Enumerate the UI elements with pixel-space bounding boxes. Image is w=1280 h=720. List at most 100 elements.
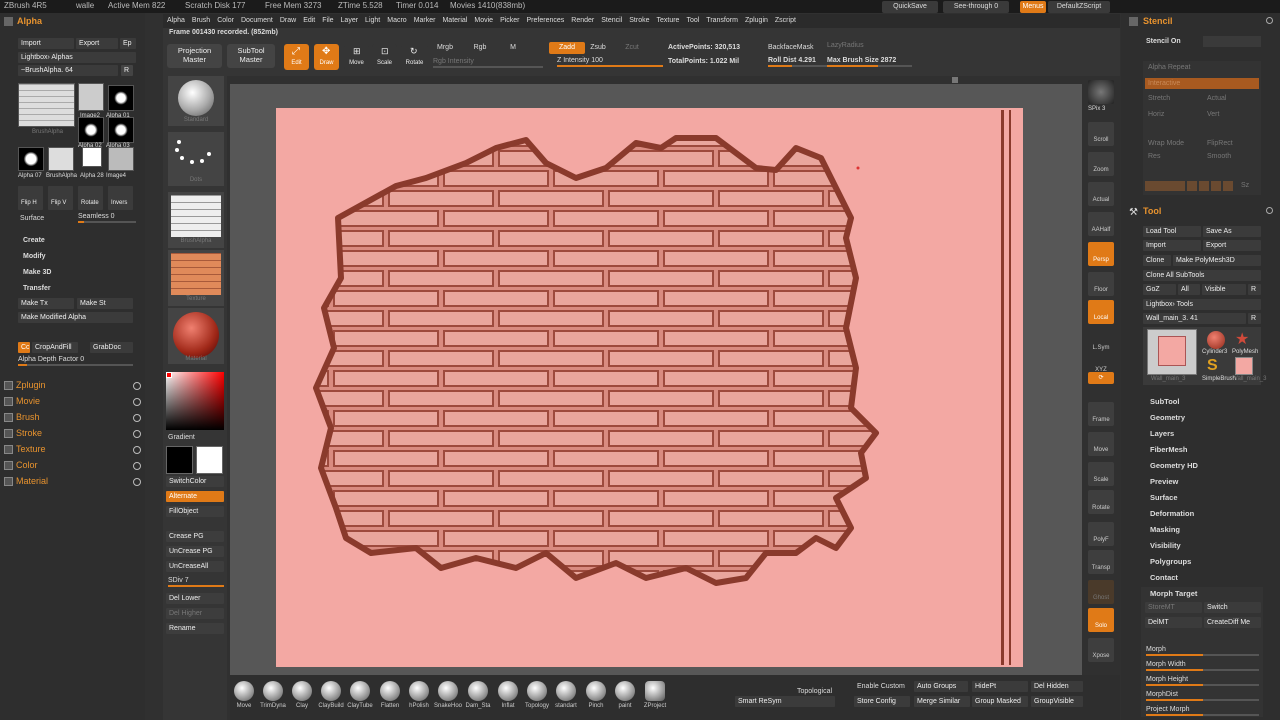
stencil-option[interactable]: Alpha Repeat [1148,64,1190,71]
seamless-slider[interactable]: Seamless 0 [78,212,136,223]
flip-h-button[interactable]: Flip H [18,186,43,210]
menu-file[interactable]: File [322,14,333,28]
alpha-main-thumb[interactable] [18,83,75,127]
wall-small-thumb[interactable] [1235,357,1253,375]
paint-brush-icon[interactable] [615,681,635,701]
contact-section[interactable]: Contact [1150,573,1178,582]
menu-color[interactable]: Color [217,14,234,28]
secondary-color-swatch[interactable] [196,446,223,474]
stencil-option[interactable]: Actual [1207,95,1226,102]
draw-button[interactable]: ✥ Draw [314,44,339,70]
del-hidden-button[interactable]: Del Hidden [1031,681,1083,692]
texture-menu[interactable]: Texture [16,444,46,454]
canvas-scroll-handle[interactable] [952,77,958,83]
zoom-icon[interactable]: Zoom [1088,152,1114,176]
layers-section[interactable]: Layers [1150,429,1174,438]
make3d-section[interactable]: Make 3D [23,269,51,276]
goz-button[interactable]: GoZ [1143,284,1176,295]
alpha-thumb[interactable] [108,117,134,143]
pin-icon[interactable] [133,446,141,454]
pin-icon[interactable] [1266,17,1273,24]
persp-icon[interactable]: Persp [1088,242,1114,266]
brush-alpha-slider[interactable]: ~BrushAlpha. 64 [18,65,118,76]
scale-button[interactable]: ⊡ Scale [372,44,397,70]
see-through-slider[interactable]: See-through 0 [943,1,1009,13]
switch-color-button[interactable]: SwitchColor [166,476,224,487]
polyf-icon[interactable]: PolyF [1088,522,1114,546]
color-menu[interactable]: Color [16,460,38,470]
color-picker[interactable] [166,372,224,430]
goz-r-button[interactable]: R [1248,284,1261,295]
scale-view-icon[interactable]: Scale [1088,462,1114,486]
stencil-slider-a[interactable] [1145,181,1185,191]
menu-edit[interactable]: Edit [303,14,315,28]
cylinder-thumb[interactable] [1207,331,1225,349]
group-masked-button[interactable]: Group Masked [972,696,1028,707]
tool-r-button[interactable]: R [1248,313,1261,324]
material-menu[interactable]: Material [16,476,48,486]
preview-section[interactable]: Preview [1150,477,1178,486]
merge-similar-button[interactable]: Merge Similar [914,696,970,707]
menu-stroke[interactable]: Stroke [629,14,649,28]
make-polymesh-button[interactable]: Make PolyMesh3D [1173,255,1261,266]
subtool-master-button[interactable]: SubTool Master [227,44,275,68]
stencil-option[interactable]: FlipRect [1207,140,1233,147]
subtool-section[interactable]: SubTool [1150,397,1179,406]
gradient-toggle[interactable]: Gradient [168,434,195,441]
alpha-thumb[interactable] [82,147,102,167]
alpha-thumb[interactable] [18,147,44,171]
document-canvas[interactable] [276,108,1023,667]
zsub-button[interactable]: Zsub [587,44,609,51]
make-st-button[interactable]: Make St [77,298,133,309]
surface-toggle[interactable]: Surface [20,215,44,222]
m-button[interactable]: M [503,44,523,51]
stencil-slider-e[interactable] [1223,181,1233,191]
cc-button[interactable]: Cc [18,342,30,353]
menu-marker[interactable]: Marker [414,14,436,28]
stencil-option[interactable]: Wrap Mode [1148,140,1184,147]
move-brush-icon[interactable] [234,681,254,701]
stencil-option[interactable]: Res [1148,153,1160,160]
geometry-section[interactable]: Geometry [1150,413,1185,422]
simplebrush-icon[interactable]: S [1207,357,1218,375]
menu-tool[interactable]: Tool [686,14,699,28]
hide-pt-button[interactable]: HidePt [972,681,1028,692]
switch-button[interactable]: Switch [1204,602,1261,613]
stencil-option[interactable]: Stretch [1148,95,1170,102]
pin-icon[interactable] [1266,207,1273,214]
rgb-button[interactable]: Rgb [466,44,494,51]
tool-thumb[interactable] [1147,329,1197,375]
menu-macro[interactable]: Macro [387,14,406,28]
clay-brush-icon[interactable] [292,681,312,701]
standard-brush-icon[interactable] [556,681,576,701]
grab-doc-button[interactable]: GrabDoc [90,342,133,353]
menu-layer[interactable]: Layer [341,14,359,28]
menu-zscript[interactable]: Zscript [775,14,796,28]
menu-transform[interactable]: Transform [706,14,738,28]
ghost-icon[interactable]: Ghost [1088,580,1114,604]
stencil-on-toggle[interactable]: Stencil On [1146,38,1181,45]
auto-groups-button[interactable]: Auto Groups [914,681,968,692]
menu-texture[interactable]: Texture [656,14,679,28]
menu-document[interactable]: Document [241,14,273,28]
topology-brush-icon[interactable] [527,681,547,701]
store-config-button[interactable]: Store Config [854,696,910,707]
del-lower-button[interactable]: Del Lower [166,593,224,604]
menu-light[interactable]: Light [365,14,380,28]
mrgb-button[interactable]: Mrgb [431,44,459,51]
rotation-axis-icon[interactable]: ⟳ [1088,372,1114,384]
brush-selector[interactable]: Standard [168,76,224,126]
bpr-button[interactable] [1088,80,1114,104]
clone-all-subtools-button[interactable]: Clone All SubTools [1143,270,1261,281]
scroll-icon[interactable]: Scroll [1088,122,1114,146]
alpha-thumb[interactable] [48,147,74,171]
frame-icon[interactable]: Frame [1088,402,1114,426]
stencil-slider[interactable] [1203,36,1261,47]
default-zscript-button[interactable]: DefaultZScript [1048,1,1110,13]
alpha-thumb[interactable] [78,83,104,111]
flip-v-button[interactable]: Flip V [48,186,73,210]
pinch-brush-icon[interactable] [586,681,606,701]
stencil-slider-c[interactable] [1199,181,1209,191]
stencil-option[interactable]: Smooth [1207,153,1231,160]
damstandard-brush-icon[interactable] [468,681,488,701]
